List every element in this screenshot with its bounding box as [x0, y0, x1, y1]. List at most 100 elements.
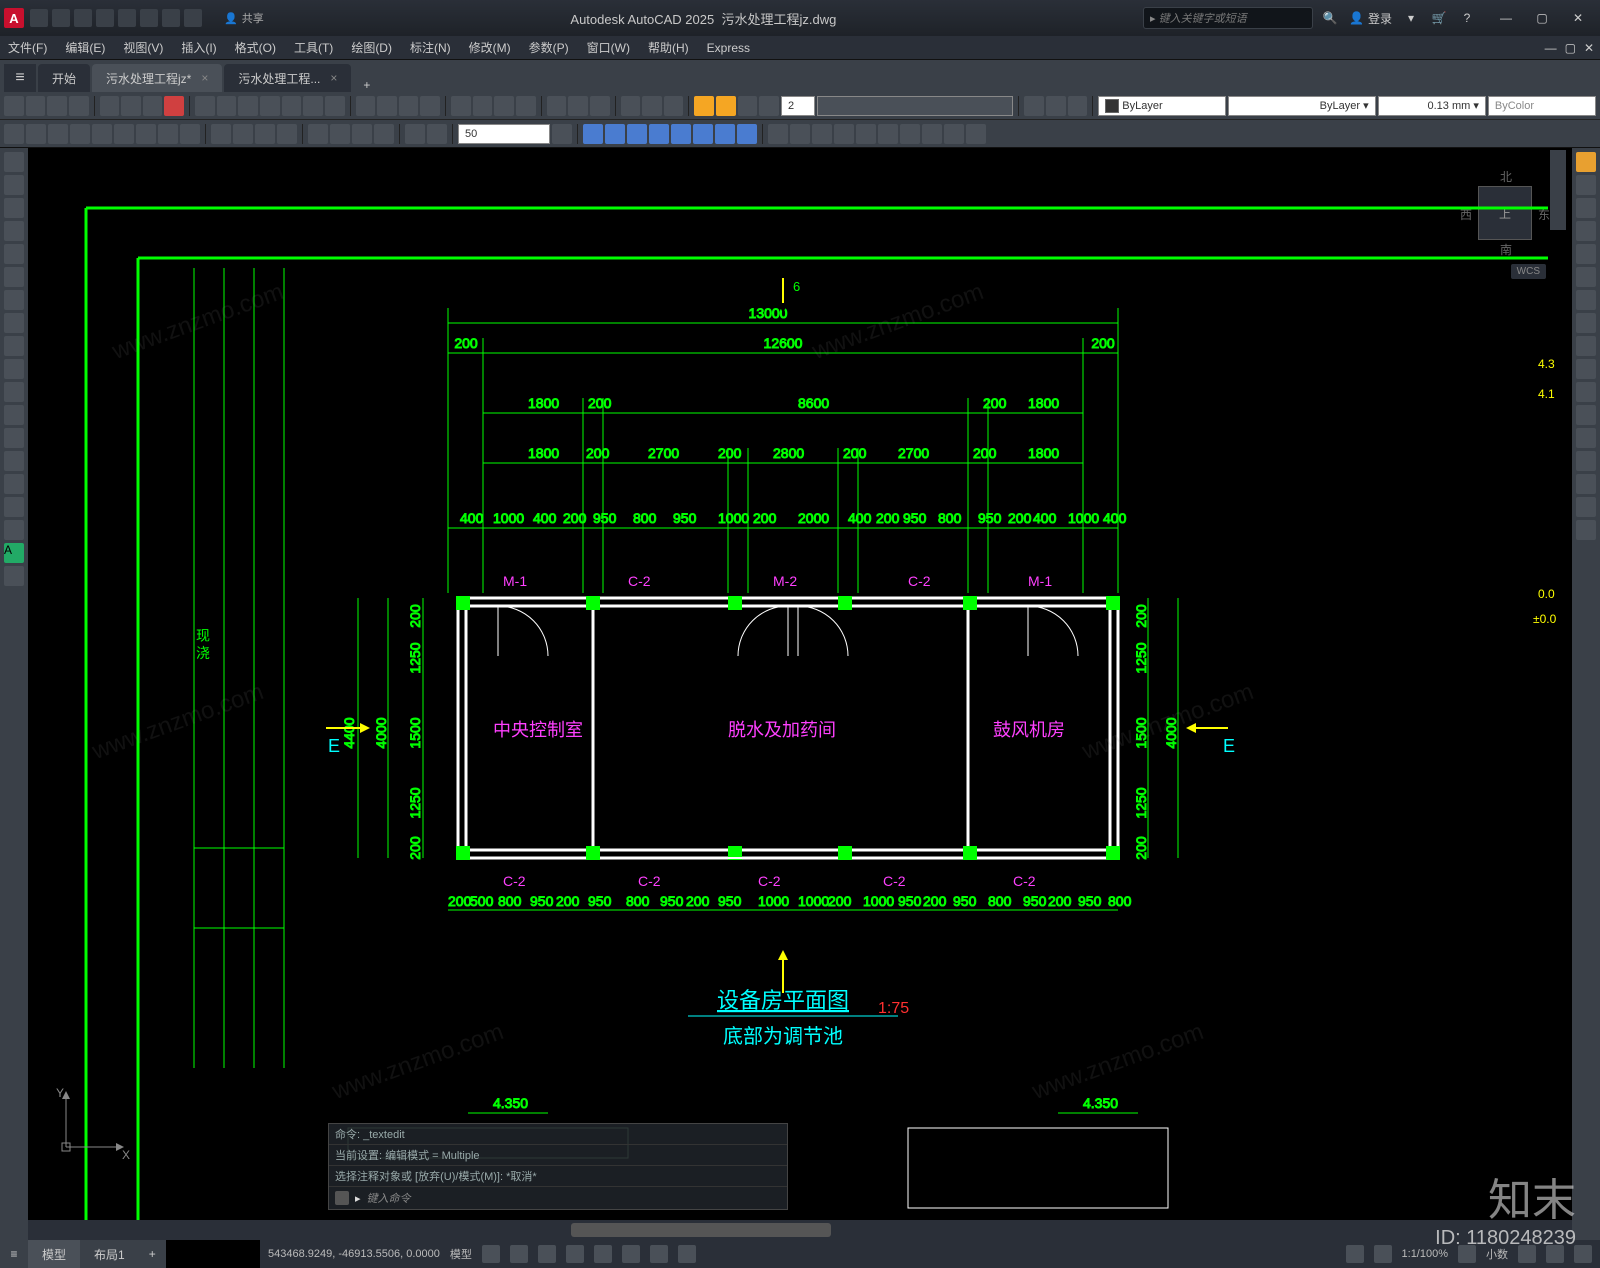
- status-snap-icon[interactable]: [510, 1245, 528, 1263]
- circle-tool-icon[interactable]: [4, 198, 24, 218]
- menu-file[interactable]: 文件(F): [8, 39, 47, 56]
- tool-icon[interactable]: [217, 96, 237, 116]
- autodesk-account-icon[interactable]: ▾: [1402, 9, 1420, 27]
- app-icon[interactable]: A: [4, 8, 24, 28]
- dim-tool-icon[interactable]: [427, 124, 447, 144]
- qat-undo-icon[interactable]: [162, 9, 180, 27]
- tool-icon[interactable]: [621, 96, 641, 116]
- tool-icon[interactable]: [282, 96, 302, 116]
- explode-tool-icon[interactable]: [1576, 520, 1596, 540]
- join-tool-icon[interactable]: [1576, 451, 1596, 471]
- offset-tool-icon[interactable]: [1576, 244, 1596, 264]
- menu-view[interactable]: 视图(V): [123, 39, 163, 56]
- share-button[interactable]: 👤 共享: [224, 10, 264, 26]
- table-tool-icon[interactable]: [4, 405, 24, 425]
- help-icon[interactable]: ?: [1458, 9, 1476, 27]
- menu-param[interactable]: 参数(P): [529, 39, 569, 56]
- file-tab-menu-icon[interactable]: ≡: [4, 64, 36, 92]
- tab-file-2[interactable]: 污水处理工程...×: [224, 64, 351, 92]
- status-icon[interactable]: [1546, 1245, 1564, 1263]
- rotate-tool-icon[interactable]: [1576, 313, 1596, 333]
- tool-icon[interactable]: [547, 96, 567, 116]
- color-combo[interactable]: ByLayer: [1098, 96, 1226, 116]
- menu-express[interactable]: Express: [707, 41, 750, 55]
- tool-icon[interactable]: [260, 96, 280, 116]
- layer-dropdown[interactable]: [817, 96, 1014, 116]
- tool-icon[interactable]: [568, 96, 588, 116]
- qat-open-icon[interactable]: [52, 9, 70, 27]
- dim-tool-icon[interactable]: [70, 124, 90, 144]
- tool-icon[interactable]: [627, 124, 647, 144]
- region-tool-icon[interactable]: [4, 359, 24, 379]
- horizontal-scrollbar[interactable]: [28, 1220, 1580, 1240]
- tool-icon[interactable]: [583, 124, 603, 144]
- layer-color-icon[interactable]: [759, 96, 779, 116]
- tool-icon[interactable]: [649, 124, 669, 144]
- qat-redo-icon[interactable]: [184, 9, 202, 27]
- linetype-combo[interactable]: ByLayer ▾: [1228, 96, 1376, 116]
- move-tool-icon[interactable]: [1576, 290, 1596, 310]
- search-box[interactable]: ▸ 键入关键字或短语: [1143, 7, 1313, 29]
- dim-tool-icon[interactable]: [114, 124, 134, 144]
- search-icon[interactable]: 🔍: [1321, 9, 1339, 27]
- tool-icon[interactable]: [605, 124, 625, 144]
- qat-new-icon[interactable]: [30, 9, 48, 27]
- tool-icon[interactable]: [69, 96, 89, 116]
- dim-tool-icon[interactable]: [158, 124, 178, 144]
- tool-icon[interactable]: [790, 124, 810, 144]
- tool-icon[interactable]: [1046, 96, 1066, 116]
- status-model[interactable]: 模型: [450, 1246, 472, 1262]
- dim-tool-icon[interactable]: [308, 124, 328, 144]
- tool-icon[interactable]: [4, 497, 24, 517]
- spline-tool-icon[interactable]: [4, 290, 24, 310]
- tool-icon[interactable]: [399, 96, 419, 116]
- tool-icon[interactable]: [47, 96, 67, 116]
- tool-icon[interactable]: [195, 96, 215, 116]
- tab-layout1[interactable]: 布局1: [80, 1240, 139, 1268]
- status-icon[interactable]: [1346, 1245, 1364, 1263]
- dim-tool-icon[interactable]: [233, 124, 253, 144]
- tool-icon[interactable]: [737, 124, 757, 144]
- tool-icon[interactable]: [768, 124, 788, 144]
- arc-tool-icon[interactable]: [4, 221, 24, 241]
- tool-icon[interactable]: [590, 96, 610, 116]
- doc-minimize-button[interactable]: ―: [1545, 41, 1557, 55]
- dim-tool-icon[interactable]: [180, 124, 200, 144]
- tool-icon[interactable]: [516, 96, 536, 116]
- copy-tool-icon[interactable]: [1576, 198, 1596, 218]
- status-icon[interactable]: [1374, 1245, 1392, 1263]
- mtext-tool-icon[interactable]: A: [4, 543, 24, 563]
- tool-icon[interactable]: [100, 96, 120, 116]
- status-ortho-icon[interactable]: [538, 1245, 556, 1263]
- app-store-icon[interactable]: 🛒: [1430, 9, 1448, 27]
- scale-tool-icon[interactable]: [1576, 336, 1596, 356]
- dim-tool-icon[interactable]: [48, 124, 68, 144]
- line-tool-icon[interactable]: [4, 152, 24, 172]
- status-icon[interactable]: [1518, 1245, 1536, 1263]
- tool-icon[interactable]: [900, 124, 920, 144]
- menu-format[interactable]: 格式(O): [235, 39, 276, 56]
- dim-tool-icon[interactable]: [405, 124, 425, 144]
- tool-icon[interactable]: [1576, 152, 1596, 172]
- tool-icon[interactable]: [238, 96, 258, 116]
- menu-tools[interactable]: 工具(T): [294, 39, 333, 56]
- lineweight-combo[interactable]: 0.13 mm ▾: [1378, 96, 1486, 116]
- close-tab-icon[interactable]: ×: [201, 71, 208, 85]
- dim-tool-icon[interactable]: [552, 124, 572, 144]
- layer-sun-icon[interactable]: [716, 96, 736, 116]
- qat-save-icon[interactable]: [74, 9, 92, 27]
- tool-icon[interactable]: [26, 96, 46, 116]
- erase-tool-icon[interactable]: [1576, 175, 1596, 195]
- tool-icon[interactable]: [4, 96, 24, 116]
- tool-icon[interactable]: [143, 96, 163, 116]
- hatch-tool-icon[interactable]: [4, 313, 24, 333]
- tool-icon[interactable]: [856, 124, 876, 144]
- layer-lightbulb-icon[interactable]: [694, 96, 714, 116]
- menu-window[interactable]: 窗口(W): [587, 39, 630, 56]
- tool-icon[interactable]: [451, 96, 471, 116]
- doc-restore-button[interactable]: ▢: [1565, 41, 1576, 55]
- layer-number-combo[interactable]: 2: [781, 96, 815, 116]
- chamfer-tool-icon[interactable]: [1576, 497, 1596, 517]
- block-tool-icon[interactable]: [4, 428, 24, 448]
- cmd-input-row[interactable]: ▸ 键入命令: [329, 1187, 787, 1209]
